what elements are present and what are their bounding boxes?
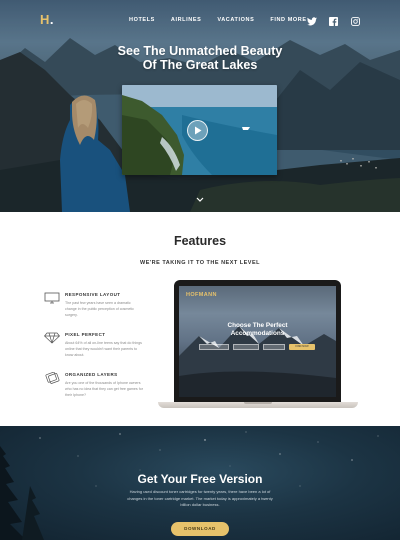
diamond-icon	[44, 332, 60, 344]
preview-logo: HOFMANN	[186, 292, 217, 298]
preview-input-3	[263, 344, 285, 350]
twitter-icon[interactable]	[307, 13, 317, 26]
facebook-icon[interactable]	[329, 13, 338, 26]
feature-title: PIXEL PERFECT	[65, 332, 106, 337]
chevron-down-icon[interactable]	[196, 197, 204, 203]
play-icon	[194, 126, 201, 135]
hero-title-line-1: See The Unmatched Beauty	[117, 44, 283, 58]
cta-title: Get Your Free Version	[137, 472, 263, 486]
download-button[interactable]: DOWNLOAD	[171, 522, 229, 536]
features-subtitle: WE'RE TAKING IT TO THE NEXT LEVEL	[140, 260, 260, 266]
feature-description: The past few years have seen a dramatic …	[65, 301, 134, 317]
preview-title-line-1: Choose The Perfect	[227, 322, 288, 329]
hero-title-line-2: Of The Great Lakes	[142, 58, 258, 72]
laptop-screen: HOFMANN Choose The Perfect Accommodation…	[179, 286, 336, 397]
monitor-icon	[44, 292, 60, 304]
nav-item-airlines[interactable]: AIRLINES	[171, 17, 201, 23]
feature-title: ORGANIZED LAYERS	[65, 372, 118, 377]
hero-title: See The Unmatched Beauty Of The Great La…	[0, 44, 400, 72]
screen-mountain-image	[179, 326, 336, 397]
laptop-notch	[244, 402, 272, 404]
preview-title: Choose The Perfect Accommodations	[179, 322, 336, 338]
feature-description: About 64% of all on-line teens say that …	[65, 341, 142, 357]
preview-input-1	[199, 344, 229, 350]
main-nav: HOTELS AIRLINES VACATIONS FIND MORE	[129, 17, 307, 23]
feature-title: RESPONSIVE LAYOUT	[65, 292, 121, 297]
social-links	[307, 13, 360, 26]
layers-icon	[45, 372, 60, 384]
feature-description: Are you one of the thousands of Iphone o…	[65, 381, 143, 397]
nav-item-vacations[interactable]: VACATIONS	[217, 17, 254, 23]
cta-description: Having used discount toner cartridges fo…	[127, 489, 273, 507]
features-title: Features	[173, 234, 227, 248]
nav-item-hotels[interactable]: HOTELS	[129, 17, 155, 23]
preview-find-button: FIND NOW	[289, 344, 315, 350]
preview-title-line-2: Accommodations	[230, 330, 285, 337]
brand-logo[interactable]: H.	[40, 12, 54, 27]
nav-item-find-more[interactable]: FIND MORE	[270, 17, 306, 23]
laptop-mockup: HOFMANN Choose The Perfect Accommodation…	[158, 280, 358, 410]
preview-input-2	[233, 344, 259, 350]
play-button[interactable]	[187, 120, 208, 141]
instagram-icon[interactable]	[351, 13, 360, 26]
